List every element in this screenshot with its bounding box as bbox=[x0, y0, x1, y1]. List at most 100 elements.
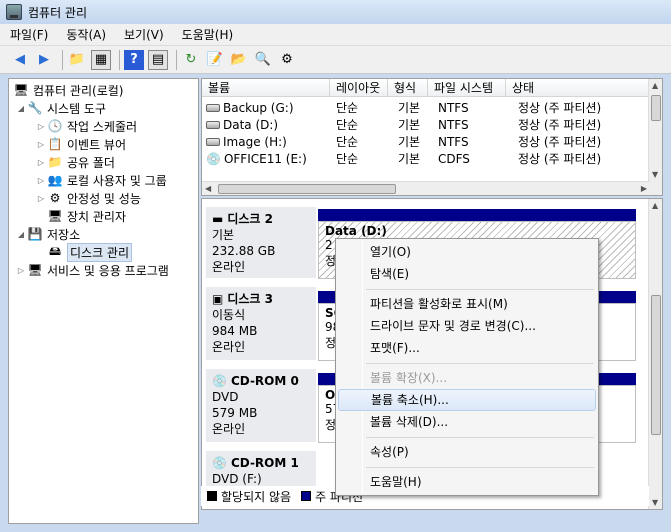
disk-view-vertical-scrollbar[interactable]: ▲ ▼ bbox=[648, 199, 662, 509]
tree-item-disk-management[interactable]: 🖴 디스크 관리 bbox=[47, 242, 133, 262]
legend-label-unallocated: 할당되지 않음 bbox=[221, 489, 292, 504]
help-icon[interactable]: ? bbox=[124, 49, 144, 70]
volume-list: 볼륨 레이아웃 형식 파일 시스템 상태 Backup (G:) 단순 기본 N… bbox=[201, 78, 663, 196]
device-manager-icon: 🖥 bbox=[47, 209, 63, 223]
toolbar-separator bbox=[62, 49, 63, 70]
properties-icon[interactable]: 📝 bbox=[205, 50, 225, 70]
menu-item-help[interactable]: 도움말(H) bbox=[338, 471, 596, 493]
menu-item-format[interactable]: 포맷(F)... bbox=[338, 337, 596, 359]
cd-drive-icon: 💿 bbox=[212, 456, 227, 470]
menu-separator bbox=[366, 437, 594, 438]
menu-separator bbox=[366, 467, 594, 468]
show-hide-action-pane-icon[interactable]: ▤ bbox=[148, 49, 168, 70]
tree-item-services-applications[interactable]: ▷ 🖥 서비스 및 응용 프로그램 bbox=[15, 261, 169, 279]
toolbar-separator bbox=[176, 49, 177, 70]
drive-icon bbox=[206, 104, 220, 112]
collapse-icon[interactable]: ◢ bbox=[15, 230, 27, 239]
scroll-thumb[interactable] bbox=[651, 295, 661, 435]
scroll-down-icon[interactable]: ▼ bbox=[652, 498, 658, 507]
menu-help[interactable]: 도움말(H) bbox=[182, 26, 234, 43]
menu-separator bbox=[366, 363, 594, 364]
volume-list-horizontal-scrollbar[interactable]: ◀ ▶ bbox=[202, 181, 650, 195]
tree-item-shared-folders[interactable]: ▷ 📁 공유 폴더 bbox=[35, 153, 115, 171]
menu-item-open[interactable]: 열기(O) bbox=[338, 241, 596, 263]
event-log-icon: 📋 bbox=[47, 137, 63, 151]
volume-list-vertical-scrollbar[interactable]: ▲ ▼ bbox=[648, 79, 662, 195]
scroll-up-icon[interactable]: ▲ bbox=[652, 81, 658, 90]
scroll-right-icon[interactable]: ▶ bbox=[641, 184, 647, 193]
computer-management-icon bbox=[6, 4, 22, 20]
toolbar-separator bbox=[119, 49, 120, 70]
toolbar: ◀ ▶ 📁 ▦ ? ▤ ↻ 📝 📂 🔍 ⚙ bbox=[0, 46, 671, 74]
column-header-type[interactable]: 형식 bbox=[388, 79, 428, 96]
tree-item-device-manager[interactable]: 🖥 장치 관리자 bbox=[47, 207, 126, 225]
disk-label-disk2[interactable]: ▬ 디스크 2 기본 232.88 GB 온라인 bbox=[206, 207, 316, 279]
menu-item-properties[interactable]: 속성(P) bbox=[338, 441, 596, 463]
tree-item-storage[interactable]: ◢ 💾 저장소 bbox=[15, 225, 80, 243]
shared-folder-icon: 📁 bbox=[47, 155, 63, 169]
column-header-layout[interactable]: 레이아웃 bbox=[330, 79, 388, 96]
column-header-filesystem[interactable]: 파일 시스템 bbox=[428, 79, 506, 96]
computer-icon: 🖥 bbox=[13, 83, 29, 97]
expand-icon[interactable]: ▷ bbox=[35, 158, 47, 167]
hard-disk-icon: ▬ bbox=[212, 212, 224, 226]
up-folder-icon[interactable]: 📁 bbox=[67, 50, 87, 70]
expand-icon[interactable]: ▷ bbox=[15, 266, 27, 275]
menu-file[interactable]: 파일(F) bbox=[10, 26, 48, 43]
disk-label-disk3[interactable]: ▣ 디스크 3 이동식 984 MB 온라인 bbox=[206, 287, 316, 361]
tree-item-computer-management[interactable]: 🖥 컴퓨터 관리(로컬) bbox=[13, 81, 123, 99]
show-hide-tree-icon[interactable]: ▦ bbox=[91, 49, 111, 70]
title-bar: 컴퓨터 관리 bbox=[0, 0, 671, 24]
menu-item-explore[interactable]: 탐색(E) bbox=[338, 263, 596, 285]
removable-disk-icon: ▣ bbox=[212, 292, 224, 306]
menu-item-extend-volume: 볼륨 확장(X)... bbox=[370, 371, 448, 385]
legend-swatch-primary bbox=[301, 491, 312, 501]
refresh-icon[interactable]: ↻ bbox=[181, 50, 201, 70]
menu-item-shrink-volume[interactable]: 볼륨 축소(H)... bbox=[338, 389, 596, 411]
menu-item-change-drive-letter[interactable]: 드라이브 문자 및 경로 변경(C)... bbox=[338, 315, 596, 337]
cd-drive-icon: 💿 bbox=[206, 151, 221, 166]
scroll-up-icon[interactable]: ▲ bbox=[652, 201, 658, 210]
expand-icon[interactable]: ▷ bbox=[35, 140, 47, 149]
scroll-thumb[interactable] bbox=[651, 95, 661, 121]
disk-label-cdrom1[interactable]: 💿 CD-ROM 1 DVD (F:) bbox=[206, 451, 316, 491]
forward-icon[interactable]: ▶ bbox=[34, 50, 54, 70]
storage-icon: 💾 bbox=[27, 227, 43, 241]
disk-label-cdrom0[interactable]: 💿 CD-ROM 0 DVD 579 MB 온라인 bbox=[206, 369, 316, 443]
tree-item-system-tools[interactable]: ◢ 🔧 시스템 도구 bbox=[15, 99, 106, 117]
collapse-icon[interactable]: ◢ bbox=[15, 104, 27, 113]
tree-item-event-viewer[interactable]: ▷ 📋 이벤트 뷰어 bbox=[35, 135, 126, 153]
cd-drive-icon: 💿 bbox=[212, 374, 227, 388]
tools-icon: 🔧 bbox=[27, 101, 43, 115]
open-folder-icon[interactable]: 📂 bbox=[229, 50, 249, 70]
expand-icon[interactable]: ▷ bbox=[35, 176, 47, 185]
settings-icon[interactable]: ⚙ bbox=[277, 50, 297, 70]
disk-management-icon: 🖴 bbox=[48, 243, 62, 258]
legend-swatch-unallocated bbox=[207, 491, 217, 501]
scroll-down-icon[interactable]: ▼ bbox=[652, 170, 658, 179]
menu-bar: 파일(F) 동작(A) 보기(V) 도움말(H) bbox=[0, 24, 671, 46]
search-icon[interactable]: 🔍 bbox=[253, 50, 273, 70]
back-icon[interactable]: ◀ bbox=[10, 50, 30, 70]
tree-item-task-scheduler[interactable]: ▷ 🕓 작업 스케줄러 bbox=[35, 117, 137, 135]
menu-view[interactable]: 보기(V) bbox=[124, 26, 164, 43]
column-header-status[interactable]: 상태 bbox=[506, 79, 650, 96]
tree-item-reliability-performance[interactable]: ▷ ⚙ 안정성 및 성능 bbox=[35, 189, 141, 207]
column-header-volume[interactable]: 볼륨 bbox=[202, 79, 330, 96]
menu-item-delete-volume[interactable]: 볼륨 삭제(D)... bbox=[338, 411, 596, 433]
menu-item-mark-active[interactable]: 파티션을 활성화로 표시(M) bbox=[338, 293, 596, 315]
expand-icon[interactable]: ▷ bbox=[35, 194, 47, 203]
menu-separator bbox=[366, 289, 594, 290]
menu-action[interactable]: 동작(A) bbox=[66, 26, 106, 43]
navigation-tree: 🖥 컴퓨터 관리(로컬) ◢ 🔧 시스템 도구 ▷ 🕓 작업 스케줄러 ▷ 📋 … bbox=[8, 78, 199, 524]
drive-icon bbox=[206, 138, 220, 146]
gauge-icon: ⚙ bbox=[49, 191, 61, 205]
scroll-left-icon[interactable]: ◀ bbox=[205, 184, 211, 193]
users-icon: 👥 bbox=[47, 173, 63, 187]
context-menu: 열기(O) 탐색(E) 파티션을 활성화로 표시(M) 드라이브 문자 및 경로… bbox=[335, 238, 599, 496]
volume-list-header: 볼륨 레이아웃 형식 파일 시스템 상태 bbox=[202, 79, 650, 97]
tree-item-local-users-groups[interactable]: ▷ 👥 로컬 사용자 및 그룹 bbox=[35, 171, 167, 189]
clock-icon: 🕓 bbox=[47, 119, 63, 133]
scroll-thumb[interactable] bbox=[218, 184, 396, 194]
expand-icon[interactable]: ▷ bbox=[35, 122, 47, 131]
